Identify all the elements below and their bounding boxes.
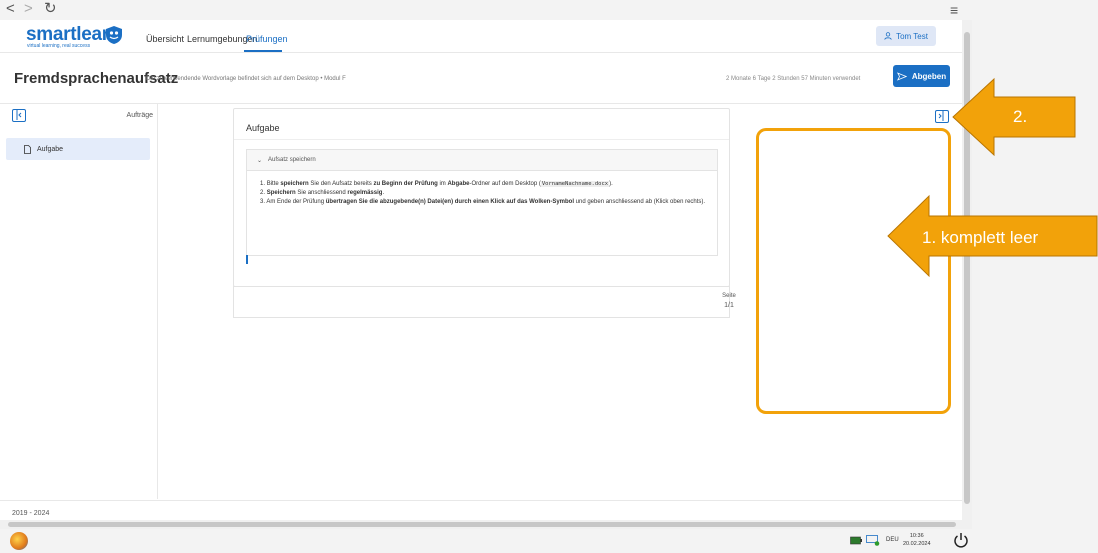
battery-icon[interactable] bbox=[850, 536, 862, 545]
sidebar-collapse-icon[interactable] bbox=[12, 109, 26, 122]
sidebar-item-label: Aufgabe bbox=[37, 145, 64, 153]
accordion-header[interactable]: ⌄ Aufsatz speichern bbox=[247, 150, 717, 171]
logo-tagline: virtual learning, real success bbox=[27, 43, 91, 49]
user-button[interactable]: Tom Test bbox=[876, 26, 936, 46]
submit-button[interactable]: Abgeben bbox=[893, 65, 950, 87]
network-icon[interactable] bbox=[866, 535, 880, 546]
browser-toolbar: < > ↻ ≡ bbox=[0, 0, 1098, 20]
pagination: Seite 1/1 bbox=[233, 286, 736, 318]
taskbar: DEU 10:36 20.02.2024 bbox=[0, 529, 972, 553]
annotation-label-1: 1. komplett leer bbox=[922, 228, 1039, 247]
clock-time: 10:36 bbox=[909, 533, 924, 539]
menu-icon[interactable]: ≡ bbox=[950, 2, 958, 18]
app-header: smartlearn virtual learning, real succes… bbox=[0, 20, 962, 53]
annotation-label-2: 2. bbox=[1013, 107, 1028, 126]
filename-code: VornameNachname.docx bbox=[540, 181, 610, 187]
horizontal-scrollbar-thumb[interactable] bbox=[8, 522, 956, 527]
user-name: Tom Test bbox=[896, 31, 928, 41]
title-row: Fremdsprachenaufsatz Die zu verwendende … bbox=[0, 54, 962, 104]
card-divider bbox=[234, 139, 729, 140]
clock-date: 20.02.2024 bbox=[903, 541, 931, 547]
chevron-down-icon: ⌄ bbox=[257, 157, 263, 164]
page-subtitle: Die zu verwendende Wordvorlage befindet … bbox=[146, 76, 346, 82]
instruction-step-1: 1. Bitte speichern Sie den Aufsatz berei… bbox=[260, 181, 613, 187]
sidebar-title: Aufträge bbox=[126, 112, 153, 119]
send-icon bbox=[896, 71, 907, 81]
back-icon[interactable]: < bbox=[6, 1, 15, 17]
forward-icon[interactable]: > bbox=[24, 1, 33, 17]
instruction-step-2: 2. Speichern Sie anschliessend regelmäss… bbox=[260, 190, 385, 196]
text-cursor bbox=[246, 255, 248, 264]
nav-pruefungen[interactable]: Prüfungen bbox=[246, 34, 288, 44]
nav-uebersicht[interactable]: Übersicht bbox=[146, 34, 184, 44]
instruction-step-3: 3. Am Ende der Prüfung übertragen Sie di… bbox=[260, 199, 706, 205]
accordion-title: Aufsatz speichern bbox=[268, 157, 316, 163]
panel-toggle-icon[interactable] bbox=[935, 110, 949, 123]
shield-logo-icon bbox=[106, 26, 122, 44]
instructions: 1. Bitte speichern Sie den Aufsatz berei… bbox=[260, 180, 710, 207]
accordion-aufsatz-speichern: ⌄ Aufsatz speichern 1. Bitte speichern S… bbox=[246, 149, 718, 256]
language-indicator[interactable]: DEU bbox=[886, 537, 899, 543]
nav-active-indicator bbox=[244, 50, 282, 52]
document-icon bbox=[24, 144, 31, 154]
time-used-text: 2 Monate 6 Tage 2 Stunden 57 Minuten ver… bbox=[726, 76, 861, 82]
task-card: Aufgabe ⌄ Aufsatz speichern 1. Bitte spe… bbox=[233, 108, 730, 287]
start-menu-icon[interactable] bbox=[10, 532, 28, 550]
submit-label: Abgeben bbox=[911, 71, 947, 81]
screen: < > ↻ ≡ smartlearn virtual learning, rea… bbox=[0, 0, 1098, 553]
power-icon[interactable] bbox=[953, 532, 969, 548]
sidebar: Aufträge Aufgabe bbox=[0, 104, 158, 499]
reload-icon[interactable]: ↻ bbox=[44, 1, 57, 17]
task-card-title: Aufgabe bbox=[246, 123, 280, 133]
sidebar-item-aufgabe[interactable]: Aufgabe bbox=[6, 138, 150, 160]
clock[interactable]: 10:36 20.02.2024 bbox=[903, 532, 931, 548]
footer-years: 2019 - 2024 bbox=[12, 510, 50, 517]
user-icon bbox=[884, 32, 892, 40]
footer-divider bbox=[0, 500, 962, 501]
logo[interactable]: smartlearn virtual learning, real succes… bbox=[26, 24, 122, 52]
